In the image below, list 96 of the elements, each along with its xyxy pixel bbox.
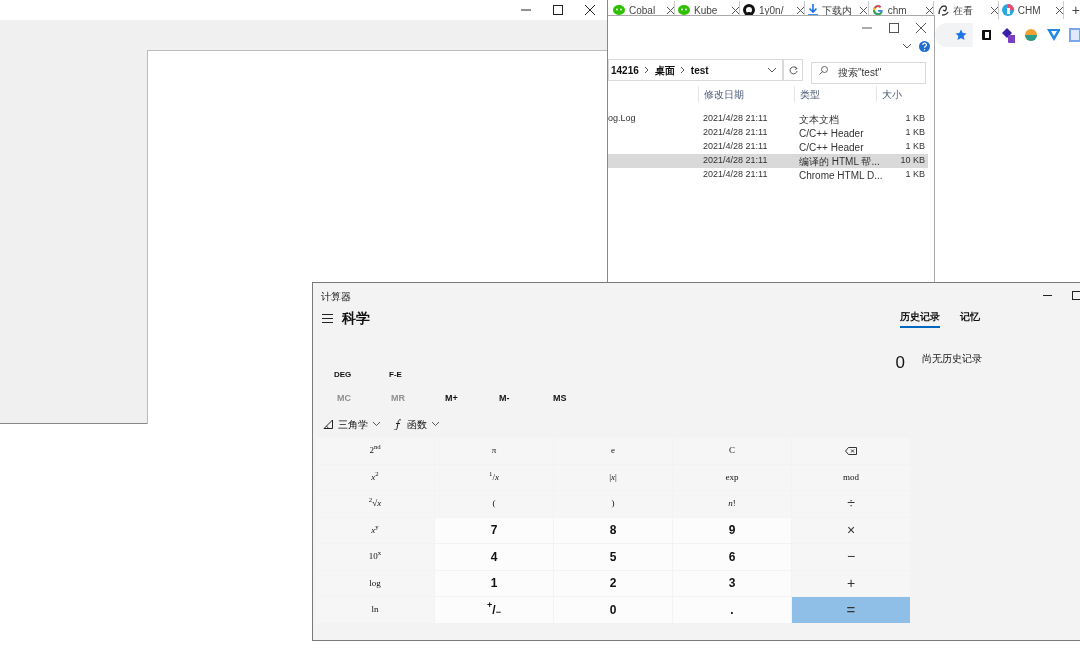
memory-button[interactable]: M+ bbox=[431, 388, 485, 410]
file-row[interactable]: 2021/4/28 21:11 C/C++ Header 1 KB bbox=[608, 126, 928, 140]
memory-button[interactable]: MS bbox=[539, 388, 593, 410]
file-row[interactable]: 2021/4/28 21:11 编译的 HTML 帮... 10 KB bbox=[608, 154, 928, 168]
chevron-right-icon bbox=[644, 67, 649, 73]
close-icon[interactable] bbox=[667, 6, 674, 14]
dropdown-button[interactable]: 三角学 bbox=[323, 414, 380, 434]
history-tab[interactable]: 记忆 bbox=[960, 306, 980, 328]
tab-title: chm bbox=[887, 3, 908, 18]
search-icon bbox=[819, 66, 828, 75]
browser-tab[interactable]: CHM bbox=[998, 1, 1064, 19]
digit-key[interactable]: 6 bbox=[673, 544, 791, 570]
file-row[interactable]: 2021/4/28 21:11 Chrome HTML D... 1 KB bbox=[608, 168, 928, 182]
tab-title: 1y0n/ bbox=[759, 3, 785, 18]
digit-key[interactable]: 3 bbox=[673, 570, 791, 596]
digit-key[interactable]: $^{+}$/$_{−}$ bbox=[435, 597, 553, 623]
function-icon bbox=[394, 418, 402, 430]
date-cell-text: 2021/4/28 21:11 bbox=[703, 112, 769, 126]
close-icon[interactable] bbox=[916, 23, 926, 33]
close-icon[interactable] bbox=[585, 5, 595, 15]
chevron-icon[interactable] bbox=[903, 43, 911, 49]
close-icon[interactable] bbox=[732, 6, 739, 14]
breadcrumb-item[interactable]: 桌面 bbox=[654, 62, 675, 78]
date-cell-text: 2021/4/28 21:11 bbox=[703, 168, 769, 182]
digit-key[interactable]: 4 bbox=[435, 544, 553, 570]
search-field[interactable]: 搜索"test" bbox=[811, 61, 926, 84]
maximize-icon[interactable] bbox=[1072, 290, 1080, 300]
size-cell-text: 1 KB bbox=[904, 168, 925, 182]
star-icon[interactable] bbox=[954, 29, 967, 41]
help-icon[interactable] bbox=[919, 40, 930, 52]
tab-title: Kube bbox=[694, 3, 719, 18]
breadcrumb-item[interactable]: test bbox=[690, 62, 709, 78]
type-cell-text: C/C++ Header bbox=[799, 140, 865, 155]
digit-key[interactable]: 1 bbox=[435, 570, 553, 596]
letter-g-icon bbox=[871, 4, 884, 16]
digit-key[interactable]: . bbox=[673, 597, 791, 623]
file-row[interactable]: og.Log 2021/4/28 21:11 文本文档 1 KB bbox=[608, 112, 928, 126]
tab-title: Cobal bbox=[629, 3, 657, 18]
date-cell-text: 2021/4/28 21:11 bbox=[703, 126, 769, 140]
digit-key[interactable]: 8 bbox=[554, 517, 672, 543]
close-icon[interactable] bbox=[925, 6, 933, 14]
chevron-icon[interactable] bbox=[768, 67, 776, 73]
type-cell-text: C/C++ Header bbox=[799, 126, 865, 141]
download-icon bbox=[808, 4, 818, 16]
dropdown-button[interactable]: 函数 bbox=[394, 414, 439, 434]
size-cell-text: 1 KB bbox=[904, 112, 925, 126]
display-value: 0 bbox=[894, 352, 905, 374]
address-bar[interactable]: 14216 桌面 test bbox=[608, 59, 783, 81]
maximize-icon[interactable] bbox=[553, 5, 563, 15]
type-cell-text: 文本文档 bbox=[799, 112, 840, 127]
history-empty-text: 尚无历史记录 bbox=[922, 352, 982, 366]
size-cell-text: 1 KB bbox=[904, 126, 925, 140]
chevron-icon bbox=[432, 422, 439, 426]
date-cell-text: 2021/4/28 21:11 bbox=[703, 140, 769, 154]
tab-title: 下载内 bbox=[822, 3, 853, 18]
digit-key[interactable]: 0 bbox=[554, 597, 672, 623]
type-cell-text: Chrome HTML D... bbox=[799, 168, 883, 183]
menu-icon[interactable] bbox=[322, 314, 333, 323]
digit-key[interactable]: 9 bbox=[673, 517, 791, 543]
chevron-right-icon bbox=[680, 67, 685, 73]
angle-button[interactable]: F-E bbox=[375, 364, 430, 386]
history-tab[interactable]: 历史记录 bbox=[900, 306, 940, 328]
column-header[interactable]: 类型 bbox=[794, 86, 876, 102]
tab-title: CHM bbox=[1017, 3, 1042, 18]
file-name: og.Log bbox=[608, 112, 637, 126]
breadcrumb-item[interactable]: 14216 bbox=[611, 62, 639, 78]
refresh-button[interactable] bbox=[783, 59, 803, 81]
date-cell-text: 2021/4/28 21:11 bbox=[703, 154, 769, 168]
size-cell-text: 1 KB bbox=[904, 140, 925, 154]
calculator-key[interactable]: = bbox=[792, 597, 910, 623]
type-cell-text: 编译的 HTML 帮... bbox=[799, 154, 881, 169]
column-header[interactable]: 大小 bbox=[876, 86, 926, 102]
close-icon[interactable] bbox=[1055, 6, 1063, 14]
triangle-icon bbox=[323, 419, 333, 429]
chevron-icon bbox=[373, 422, 380, 426]
window-title: 计算器 bbox=[320, 290, 352, 304]
mode-title: 科学 bbox=[342, 309, 370, 328]
close-icon[interactable] bbox=[990, 6, 998, 14]
digit-key[interactable]: 7 bbox=[435, 517, 553, 543]
digit-key[interactable]: 2 bbox=[554, 570, 672, 596]
column-header[interactable]: 修改日期 bbox=[698, 86, 794, 102]
angle-button[interactable]: DEG bbox=[320, 364, 375, 386]
size-cell-text: 10 KB bbox=[899, 154, 925, 168]
backspace-icon bbox=[845, 446, 857, 455]
close-icon[interactable] bbox=[797, 6, 804, 14]
file-row[interactable]: 2021/4/28 21:11 C/C++ Header 1 KB bbox=[608, 140, 928, 154]
refresh-icon bbox=[788, 65, 798, 75]
extension-icon[interactable] bbox=[1000, 27, 1016, 43]
maximize-icon[interactable] bbox=[889, 23, 899, 33]
close-icon[interactable] bbox=[860, 6, 867, 14]
address-bar[interactable] bbox=[935, 23, 973, 47]
digit-key[interactable]: 5 bbox=[554, 544, 672, 570]
tab-title: 在看 bbox=[952, 3, 974, 18]
memory-button[interactable]: M- bbox=[485, 388, 539, 410]
extension-icon[interactable] bbox=[981, 30, 992, 40]
new-tab-button[interactable]: + bbox=[1071, 0, 1080, 21]
